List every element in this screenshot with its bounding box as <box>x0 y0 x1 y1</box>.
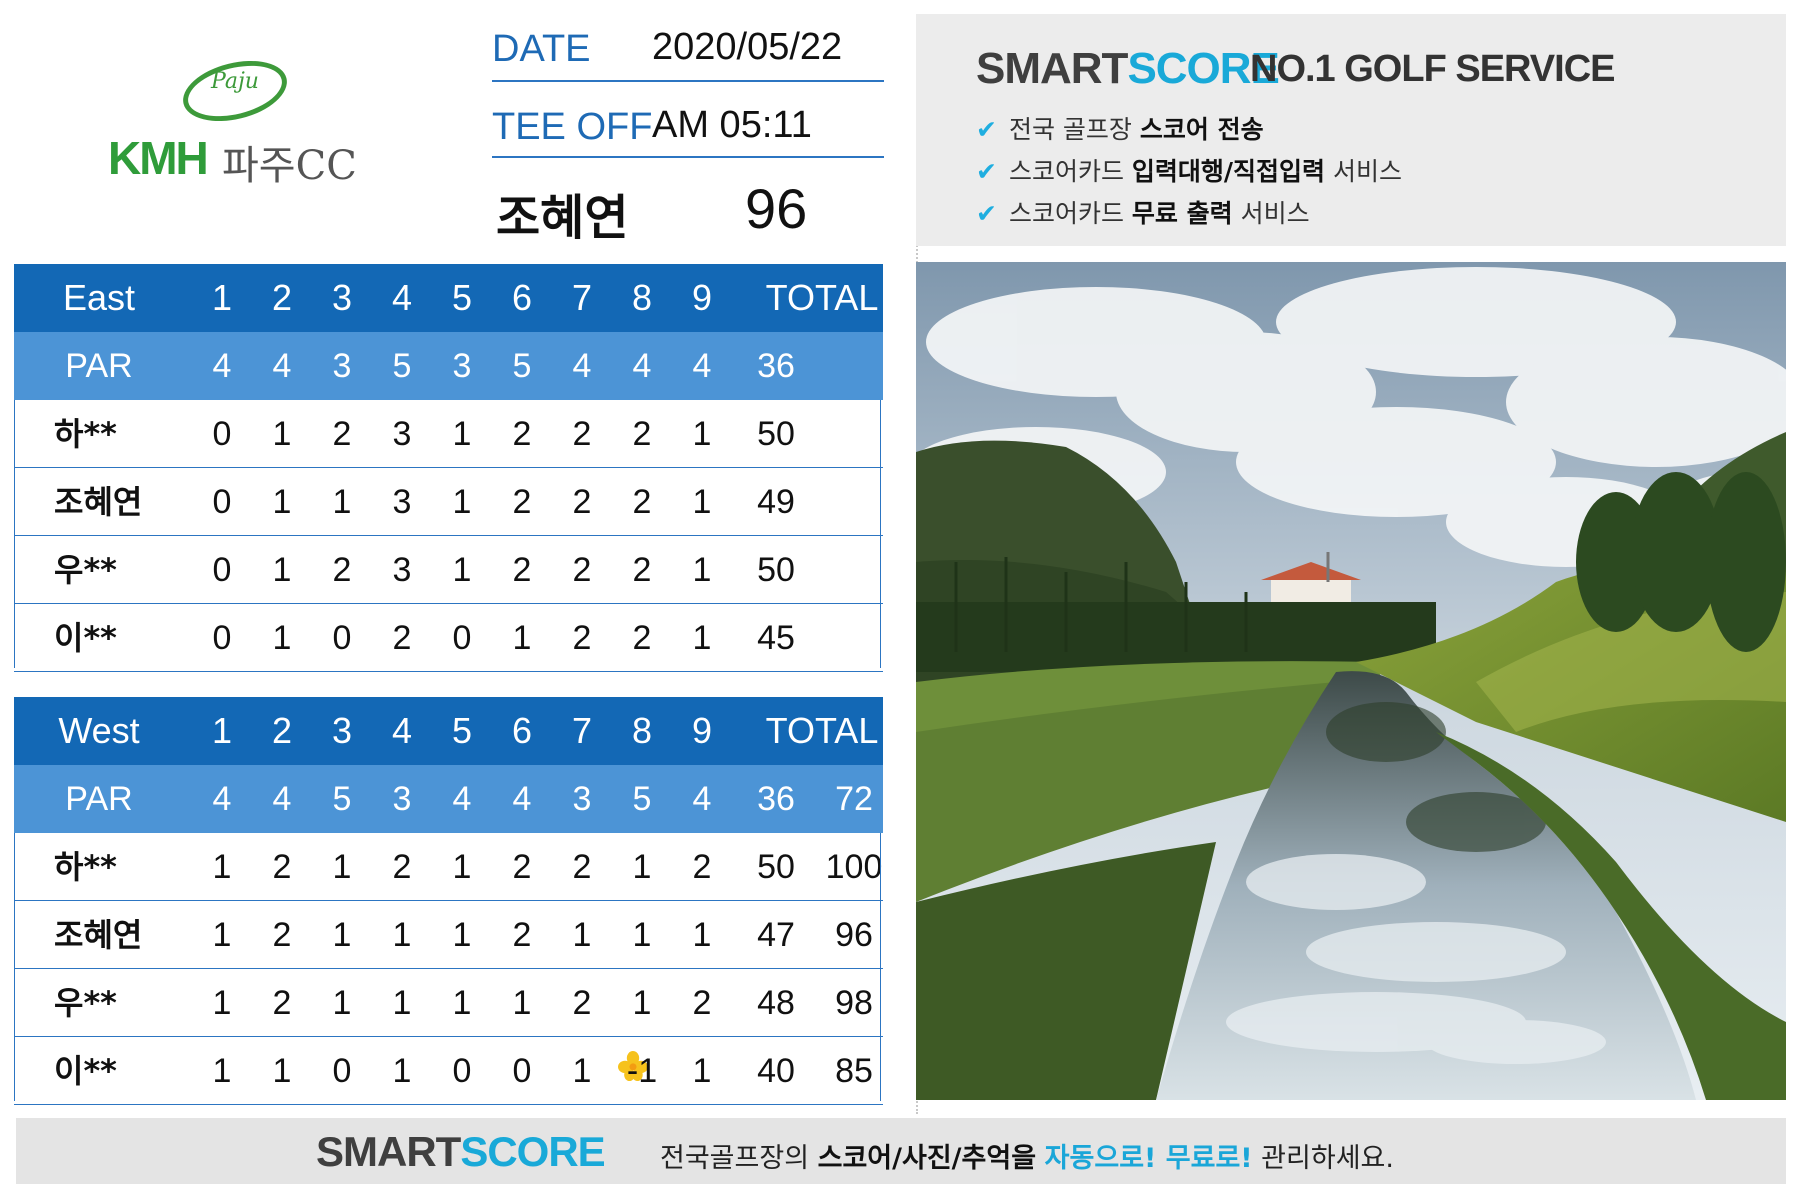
bullet-text: 서비스 <box>1232 199 1310 228</box>
course-title: West <box>58 710 140 751</box>
par-value: 3 <box>392 780 412 818</box>
footer-smartscore-logo: SMARTSCORE <box>316 1128 606 1176</box>
par-value: 4 <box>692 347 712 385</box>
date-label: DATE <box>492 28 591 70</box>
hole-number: 1 <box>211 710 233 751</box>
bullet-text: 스코어카드 <box>1008 199 1132 228</box>
footer-brand-smart: SMART <box>316 1128 461 1175</box>
promo-bullet: ✔ 스코어카드 입력대행/직접입력 서비스 <box>976 152 1402 188</box>
course-photo-illustration <box>916 262 1786 1100</box>
hole-header-row: West 1 2 3 4 5 6 7 8 9 TOTAL <box>14 697 883 765</box>
tee-divider <box>492 156 884 158</box>
date-value: 2020/05/22 <box>652 26 843 68</box>
par-row: PAR 4 4 3 5 3 5 4 4 4 36 <box>14 332 883 400</box>
par-total: 36 <box>757 347 795 385</box>
par-label: PAR <box>65 780 133 818</box>
par-value: 4 <box>212 347 232 385</box>
hole-number: 5 <box>451 277 473 318</box>
bullet-bold: 무료 출력 <box>1131 199 1233 228</box>
par-value: 4 <box>212 780 232 818</box>
course-photo <box>916 262 1786 1100</box>
bullet-text: 전국 골프장 <box>1008 115 1140 144</box>
hole-number: 8 <box>631 277 653 318</box>
brand-smart: SMART <box>976 44 1128 93</box>
bullet-bold: 스코어 전송 <box>1139 115 1264 144</box>
check-icon: ✔ <box>976 199 997 228</box>
west-frame <box>14 833 881 1101</box>
hole-number: 6 <box>511 277 533 318</box>
hole-header-row: East 1 2 3 4 5 6 7 8 9 TOTAL <box>14 264 883 332</box>
promo-bullet: ✔ 전국 골프장 스코어 전송 <box>976 110 1264 146</box>
smartscore-logo: SMARTSCORE <box>976 44 1280 94</box>
hole-number: 9 <box>691 710 713 751</box>
footer-text-pre: 전국골프장의 <box>660 1143 818 1174</box>
par-value: 5 <box>512 347 532 385</box>
par-value: 4 <box>452 780 472 818</box>
footer-message: 전국골프장의 스코어/사진/추억을 자동으로! 무료로! 관리하세요. <box>660 1136 1394 1175</box>
par-value: 5 <box>332 780 352 818</box>
hole-number: 2 <box>271 277 293 318</box>
hole-number: 4 <box>391 710 413 751</box>
par-value: 5 <box>632 780 652 818</box>
par-value: 4 <box>692 780 712 818</box>
total-label: TOTAL <box>765 277 879 318</box>
footer-brand-score: SCORE <box>460 1128 605 1175</box>
footer-highlight-free: 무료로! <box>1156 1143 1253 1174</box>
hole-number: 7 <box>571 710 593 751</box>
par-value: 4 <box>632 347 652 385</box>
par-total: 36 <box>757 780 795 818</box>
par-value: 4 <box>572 347 592 385</box>
par-value: 4 <box>512 780 532 818</box>
hole-number: 3 <box>331 710 353 751</box>
hole-number: 8 <box>631 710 653 751</box>
date-divider <box>492 80 884 82</box>
hole-number: 1 <box>211 277 233 318</box>
par-row: PAR 4 4 5 3 4 4 3 5 4 36 72 <box>14 765 883 833</box>
footer-text-mid <box>1036 1143 1045 1174</box>
logo-script: Paju <box>211 69 259 94</box>
par-label: PAR <box>65 347 133 385</box>
check-icon: ✔ <box>976 115 997 144</box>
hole-number: 7 <box>571 277 593 318</box>
promo-bullet: ✔ 스코어카드 무료 출력 서비스 <box>976 194 1310 230</box>
par-grand-total: 72 <box>835 780 873 818</box>
par-value: 4 <box>272 347 292 385</box>
par-value: 5 <box>392 347 412 385</box>
hole-number: 5 <box>451 710 473 751</box>
hole-number: 3 <box>331 277 353 318</box>
footer-text-post: 관리하세요. <box>1252 1143 1394 1174</box>
tee-off-value: AM 05:11 <box>652 104 812 146</box>
hole-number: 9 <box>691 277 713 318</box>
par-value: 3 <box>572 780 592 818</box>
logo-brand: KMH <box>108 132 209 184</box>
hole-number: 2 <box>271 710 293 751</box>
promo-tagline: NO.1 GOLF SERVICE <box>1250 48 1615 90</box>
footer-text-bold: 스코어/사진/추억을 <box>817 1143 1037 1174</box>
bullet-bold: 입력대행/직접입력 <box>1131 157 1326 186</box>
player-name: 조혜연 <box>496 190 629 246</box>
course-title: East <box>62 277 136 318</box>
bullet-text: 스코어카드 <box>1008 157 1132 186</box>
hole-number: 4 <box>391 277 413 318</box>
hole-number: 6 <box>511 710 533 751</box>
bullet-text: 서비스 <box>1325 157 1402 186</box>
logo-course-name: 파주CC <box>222 143 357 189</box>
tee-off-label: TEE OFF <box>492 106 653 148</box>
par-value: 4 <box>272 780 292 818</box>
course-logo: Paju KMH 파주CC <box>90 51 380 195</box>
east-frame <box>14 400 881 668</box>
player-total-score: 96 <box>745 177 808 240</box>
par-value: 3 <box>452 347 472 385</box>
par-value: 3 <box>332 347 352 385</box>
total-label: TOTAL <box>765 710 879 751</box>
check-icon: ✔ <box>976 157 997 186</box>
footer-highlight-auto: 자동으로! <box>1044 1143 1157 1174</box>
